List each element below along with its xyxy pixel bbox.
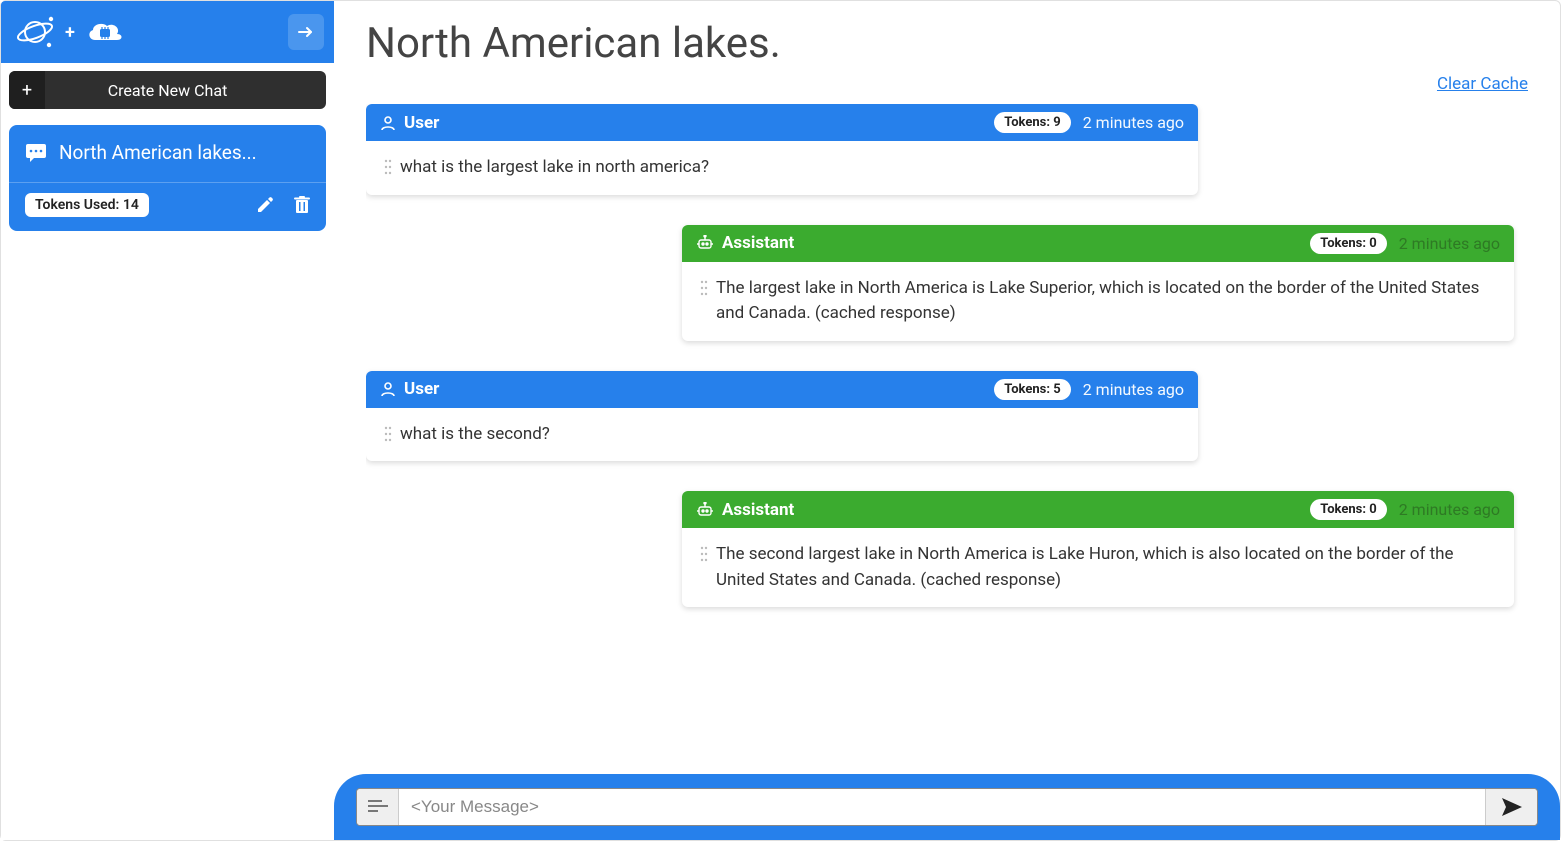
app-root: +: [0, 0, 1561, 841]
tokens-badge: Tokens: 0: [1310, 499, 1386, 520]
message-time: 2 minutes ago: [1399, 500, 1500, 519]
role-label: Assistant: [722, 233, 794, 253]
plus-separator: +: [65, 22, 75, 43]
create-new-chat-label: Create New Chat: [9, 81, 326, 100]
message-header: Assistant Tokens: 0 2 minutes ago: [682, 225, 1514, 262]
role-label: User: [404, 379, 439, 399]
tokens-badge: Tokens: 0: [1310, 233, 1386, 254]
chat-item-actions: [256, 196, 310, 214]
sidebar: +: [1, 1, 334, 840]
chat-item-footer: Tokens Used: 14: [9, 183, 326, 231]
composer-bar: [334, 774, 1560, 840]
arrow-right-icon: [297, 23, 315, 41]
message-input[interactable]: [399, 789, 1485, 825]
robot-icon: [696, 235, 714, 251]
user-icon: [380, 115, 396, 131]
message-meta: Tokens: 9 2 minutes ago: [994, 112, 1184, 133]
clear-cache-row: Clear Cache: [366, 74, 1528, 94]
tokens-badge: Tokens: 5: [994, 379, 1070, 400]
robot-icon: [696, 502, 714, 518]
composer: [356, 788, 1538, 826]
role-label: User: [404, 113, 439, 133]
drag-handle-icon[interactable]: [700, 276, 708, 296]
message-list: User Tokens: 9 2 minutes ago: [366, 104, 1528, 840]
collapse-sidebar-button[interactable]: [288, 14, 324, 50]
user-icon: [380, 381, 396, 397]
message-text: what is the largest lake in north americ…: [400, 155, 709, 181]
message-text: what is the second?: [400, 422, 550, 448]
message-user: User Tokens: 5 2 minutes ago: [366, 371, 1198, 462]
message-role: User: [380, 379, 439, 399]
chat-bubble-icon: [25, 143, 47, 163]
drag-handle-icon[interactable]: [700, 542, 708, 562]
message-assistant: Assistant Tokens: 0 2 minutes ago: [682, 491, 1514, 607]
message-meta: Tokens: 5 2 minutes ago: [994, 379, 1184, 400]
cloud-chip-icon: [85, 18, 125, 46]
tokens-used-badge: Tokens Used: 14: [25, 193, 149, 217]
message-body: The second largest lake in North America…: [682, 528, 1514, 607]
clear-cache-link[interactable]: Clear Cache: [1437, 74, 1528, 94]
message-body: what is the largest lake in north americ…: [366, 141, 1198, 195]
message-meta: Tokens: 0 2 minutes ago: [1310, 233, 1500, 254]
message-time: 2 minutes ago: [1083, 380, 1184, 399]
edit-icon[interactable]: [256, 196, 274, 214]
planet-icon: [15, 15, 55, 49]
message-user: User Tokens: 9 2 minutes ago: [366, 104, 1198, 195]
page-title: North American lakes.: [366, 19, 1528, 68]
send-icon: [1501, 797, 1523, 817]
message-body: The largest lake in North America is Lak…: [682, 262, 1514, 341]
message-header: User Tokens: 5 2 minutes ago: [366, 371, 1198, 408]
message-role: Assistant: [696, 233, 794, 253]
chat-item-title: North American lakes...: [59, 141, 257, 164]
message-body: what is the second?: [366, 408, 1198, 462]
chat-list-item[interactable]: North American lakes... Tokens Used: 14: [9, 125, 326, 231]
message-time: 2 minutes ago: [1399, 234, 1500, 253]
logo-area: +: [15, 15, 125, 49]
message-assistant: Assistant Tokens: 0 2 minutes ago: [682, 225, 1514, 341]
message-text: The second largest lake in North America…: [716, 542, 1496, 593]
plus-icon: +: [9, 71, 45, 109]
role-label: Assistant: [722, 500, 794, 520]
message-time: 2 minutes ago: [1083, 113, 1184, 132]
drag-handle-icon[interactable]: [384, 422, 392, 442]
format-icon[interactable]: [357, 789, 399, 825]
drag-handle-icon[interactable]: [384, 155, 392, 175]
main-panel: North American lakes. Clear Cache User: [334, 1, 1560, 840]
send-button[interactable]: [1485, 789, 1537, 825]
message-text: The largest lake in North America is Lak…: [716, 276, 1496, 327]
message-meta: Tokens: 0 2 minutes ago: [1310, 499, 1500, 520]
message-header: Assistant Tokens: 0 2 minutes ago: [682, 491, 1514, 528]
trash-icon[interactable]: [294, 196, 310, 214]
chat-item-header: North American lakes...: [9, 125, 326, 183]
sidebar-header: +: [1, 1, 334, 63]
create-new-chat-button[interactable]: + Create New Chat: [9, 71, 326, 109]
message-role: Assistant: [696, 500, 794, 520]
tokens-badge: Tokens: 9: [994, 112, 1070, 133]
message-header: User Tokens: 9 2 minutes ago: [366, 104, 1198, 141]
message-role: User: [380, 113, 439, 133]
